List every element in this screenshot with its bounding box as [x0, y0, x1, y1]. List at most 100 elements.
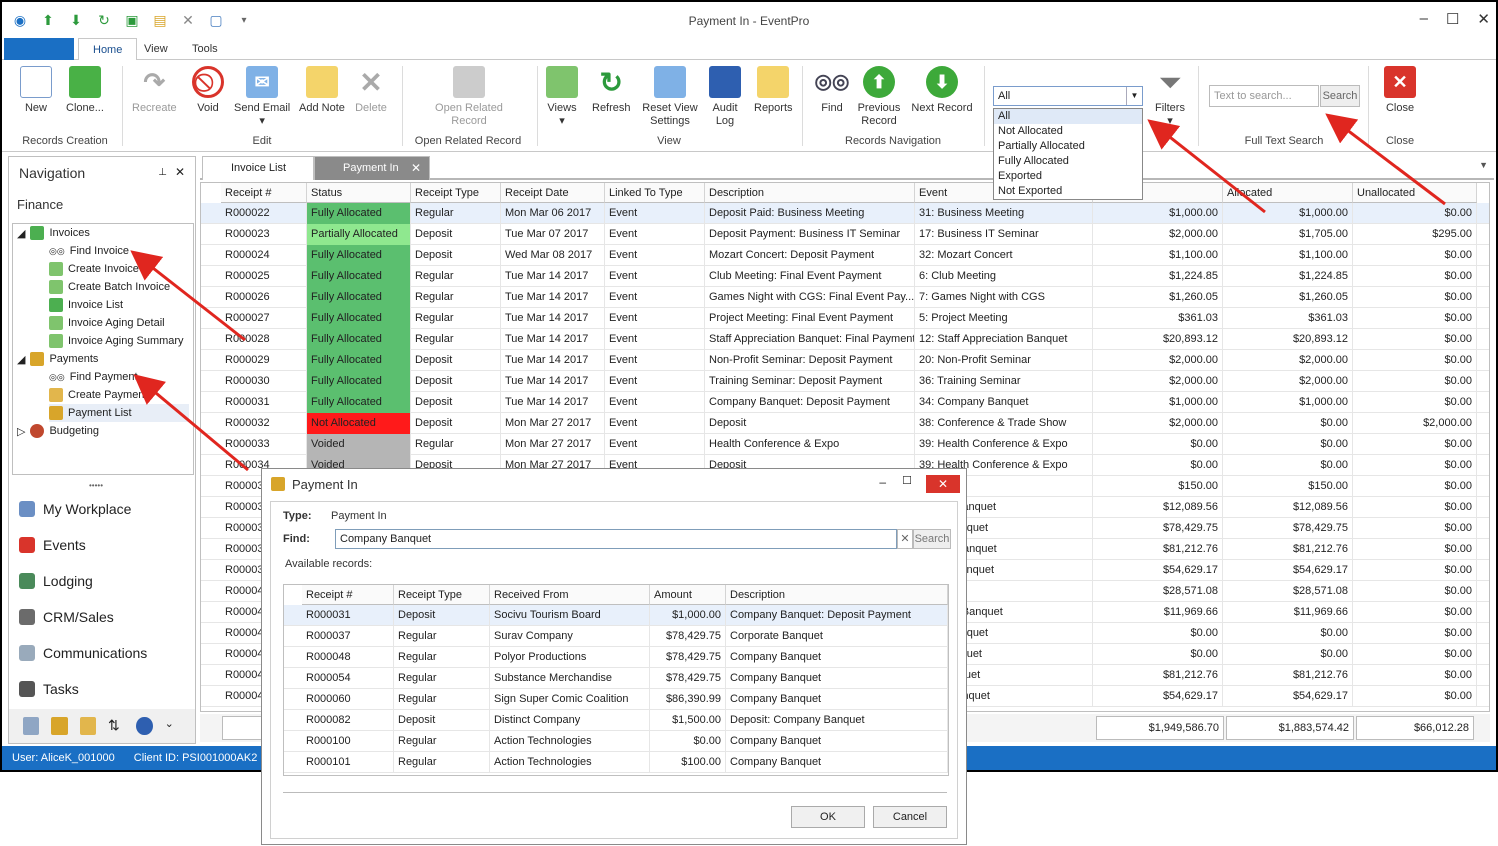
chevron-down-icon[interactable]: ▼ [1479, 160, 1488, 170]
table-row[interactable]: R000024 Fully Allocated Deposit Wed Mar 08 … [201, 245, 1489, 266]
tree-create-invoice[interactable]: Create Invoice [49, 260, 139, 278]
column-header[interactable]: Allocated [1223, 183, 1353, 203]
tree-payment-list[interactable]: Payment List [49, 404, 189, 422]
column-header[interactable]: Description [726, 585, 948, 605]
payment-icon[interactable] [51, 717, 68, 735]
sort-icon[interactable]: ⇅ [108, 717, 124, 735]
tree-budgeting[interactable]: ▷ Budgeting [17, 422, 99, 440]
table-row[interactable]: R000082 Deposit Distinct Company $1,500.00 D… [284, 710, 948, 731]
table-row[interactable]: R000025 Fully Allocated Regular Tue Mar 14 … [201, 266, 1489, 287]
new-button[interactable]: New [20, 66, 52, 115]
previous-record-button[interactable]: ⬆ Previous Record [857, 66, 901, 128]
full-text-search-input[interactable]: Text to search... [1209, 85, 1319, 107]
column-header[interactable]: Amount [650, 585, 726, 605]
chevron-down-icon[interactable]: ⌄ [165, 717, 181, 735]
column-header[interactable]: Receipt # [302, 585, 394, 605]
audit-log-button[interactable]: Audit Log [708, 66, 742, 128]
tree-create-batch-invoice[interactable]: Create Batch Invoice [49, 278, 170, 296]
void-button[interactable]: ⃠Void [192, 66, 224, 115]
close-icon[interactable]: ✕ [1477, 10, 1490, 28]
tree-payments[interactable]: ◢ Payments [17, 350, 98, 368]
table-row[interactable]: R000033 Voided Regular Mon Mar 27 2017 Event… [201, 434, 1489, 455]
maximize-icon[interactable]: ☐ [902, 474, 912, 487]
send-email-button[interactable]: ✉ Send Email ▾ [234, 66, 290, 128]
full-text-search-button[interactable]: Search [1320, 85, 1360, 107]
tree-find-payment[interactable]: ◎◎ Find Payment [49, 368, 138, 386]
tree-find-invoice[interactable]: ◎◎ Find Invoice [49, 242, 129, 260]
column-header[interactable]: Unallocated [1353, 183, 1477, 203]
column-header[interactable]: Received From [490, 585, 650, 605]
column-header[interactable]: Receipt Type [394, 585, 490, 605]
next-record-button[interactable]: ⬇ Next Record [910, 66, 974, 115]
filter-option[interactable]: Partially Allocated [994, 139, 1142, 154]
refresh-button[interactable]: ↻ Refresh [592, 66, 631, 115]
table-row[interactable]: R000031 Deposit Socivu Tourism Board $1,000… [284, 605, 948, 626]
column-header[interactable]: Linked To Type [605, 183, 705, 203]
table-row[interactable]: R000031 Fully Allocated Deposit Tue Mar 14 … [201, 392, 1489, 413]
reports-button[interactable]: Reports [754, 66, 793, 115]
splitter-handle[interactable]: ••••• [89, 481, 103, 490]
views-button[interactable]: Views ▾ [546, 66, 578, 128]
find-button[interactable]: ◎◎ Find [815, 66, 850, 115]
expand-icon[interactable]: ◢ [17, 353, 25, 366]
open-related-button[interactable]: Open Related Record [432, 66, 506, 128]
close-icon[interactable]: ✕ [175, 165, 185, 179]
table-row[interactable]: R000048 Regular Polyor Productions $78,429.… [284, 647, 948, 668]
table-row[interactable]: R000022 Fully Allocated Regular Mon Mar 06 … [201, 203, 1489, 224]
dialog-search-button[interactable]: Search [913, 529, 951, 549]
dialog-close-button[interactable]: ✕ [926, 475, 960, 493]
tab-home[interactable]: Home [78, 38, 138, 61]
table-row[interactable]: R000026 Fully Allocated Regular Tue Mar 14 … [201, 287, 1489, 308]
collapse-icon[interactable]: ▷ [17, 425, 25, 438]
clear-icon[interactable]: ✕ [897, 529, 913, 549]
column-header[interactable]: Receipt Date [501, 183, 605, 203]
column-header[interactable]: Receipt # [221, 183, 307, 203]
nav-communications[interactable]: Communications [19, 645, 147, 661]
pin-icon[interactable]: ⊥ [158, 167, 167, 178]
table-row[interactable]: R000028 Fully Allocated Regular Tue Mar 14 … [201, 329, 1489, 350]
file-tab[interactable] [4, 38, 74, 60]
tab-tools[interactable]: Tools [182, 41, 228, 57]
filter-option[interactable]: Not Exported [994, 184, 1142, 199]
table-row[interactable]: R000037 Regular Surav Company $78,429.75 Cor… [284, 626, 948, 647]
column-header[interactable]: Description [705, 183, 915, 203]
nav-my-workplace[interactable]: My Workplace [19, 501, 131, 517]
close-icon[interactable]: ✕ [411, 161, 421, 175]
table-row[interactable]: R000101 Regular Action Technologies $100.00… [284, 752, 948, 773]
filter-select[interactable]: All ▼ [993, 86, 1143, 106]
chevron-down-icon[interactable]: ▼ [1126, 87, 1142, 105]
minimize-icon[interactable]: – [879, 475, 886, 489]
cancel-button[interactable]: Cancel [873, 806, 947, 828]
table-row[interactable]: R000060 Regular Sign Super Comic Coalition… [284, 689, 948, 710]
table-row[interactable]: R000030 Fully Allocated Deposit Tue Mar 14 … [201, 371, 1489, 392]
nav-lodging[interactable]: Lodging [19, 573, 93, 589]
tab-invoice-list[interactable]: Invoice List [202, 156, 314, 180]
nav-crm-sales[interactable]: CRM/Sales [19, 609, 114, 625]
tree-create-payment[interactable]: Create Payment [49, 386, 147, 404]
tree-invoice-list[interactable]: Invoice List [49, 296, 123, 314]
column-header[interactable]: Receipt Type [411, 183, 501, 203]
filter-option[interactable]: All [994, 109, 1142, 124]
find-input[interactable]: Company Banquet [335, 529, 897, 549]
globe-icon[interactable] [136, 717, 153, 735]
add-note-button[interactable]: Add Note [299, 66, 345, 115]
tree-invoice-aging-detail[interactable]: Invoice Aging Detail [49, 314, 165, 332]
reset-view-button[interactable]: Reset View Settings [642, 66, 698, 128]
recreate-button[interactable]: ↷ Recreate [132, 66, 177, 115]
filters-button[interactable]: ⏷ Filters ▾ [1154, 66, 1186, 128]
payment-list-icon[interactable] [79, 717, 96, 735]
filter-option[interactable]: Fully Allocated [994, 154, 1142, 169]
tab-payment-in[interactable]: Payment In ✕ [314, 156, 430, 180]
nav-events[interactable]: Events [19, 537, 86, 553]
clone-button[interactable]: Clone... [66, 66, 104, 115]
expand-icon[interactable]: ◢ [17, 227, 25, 240]
minimize-icon[interactable]: – [1420, 10, 1428, 28]
tree-invoices[interactable]: ◢ Invoices [17, 224, 90, 242]
table-row[interactable]: R000027 Fully Allocated Regular Tue Mar 14 … [201, 308, 1489, 329]
table-row[interactable]: R000029 Fully Allocated Deposit Tue Mar 14 … [201, 350, 1489, 371]
close-button[interactable]: ✕ Close [1384, 66, 1416, 115]
table-row[interactable]: R000032 Not Allocated Deposit Mon Mar 27 20… [201, 413, 1489, 434]
tab-view[interactable]: View [134, 41, 178, 57]
maximize-icon[interactable]: ☐ [1446, 10, 1459, 28]
filter-option[interactable]: Exported [994, 169, 1142, 184]
